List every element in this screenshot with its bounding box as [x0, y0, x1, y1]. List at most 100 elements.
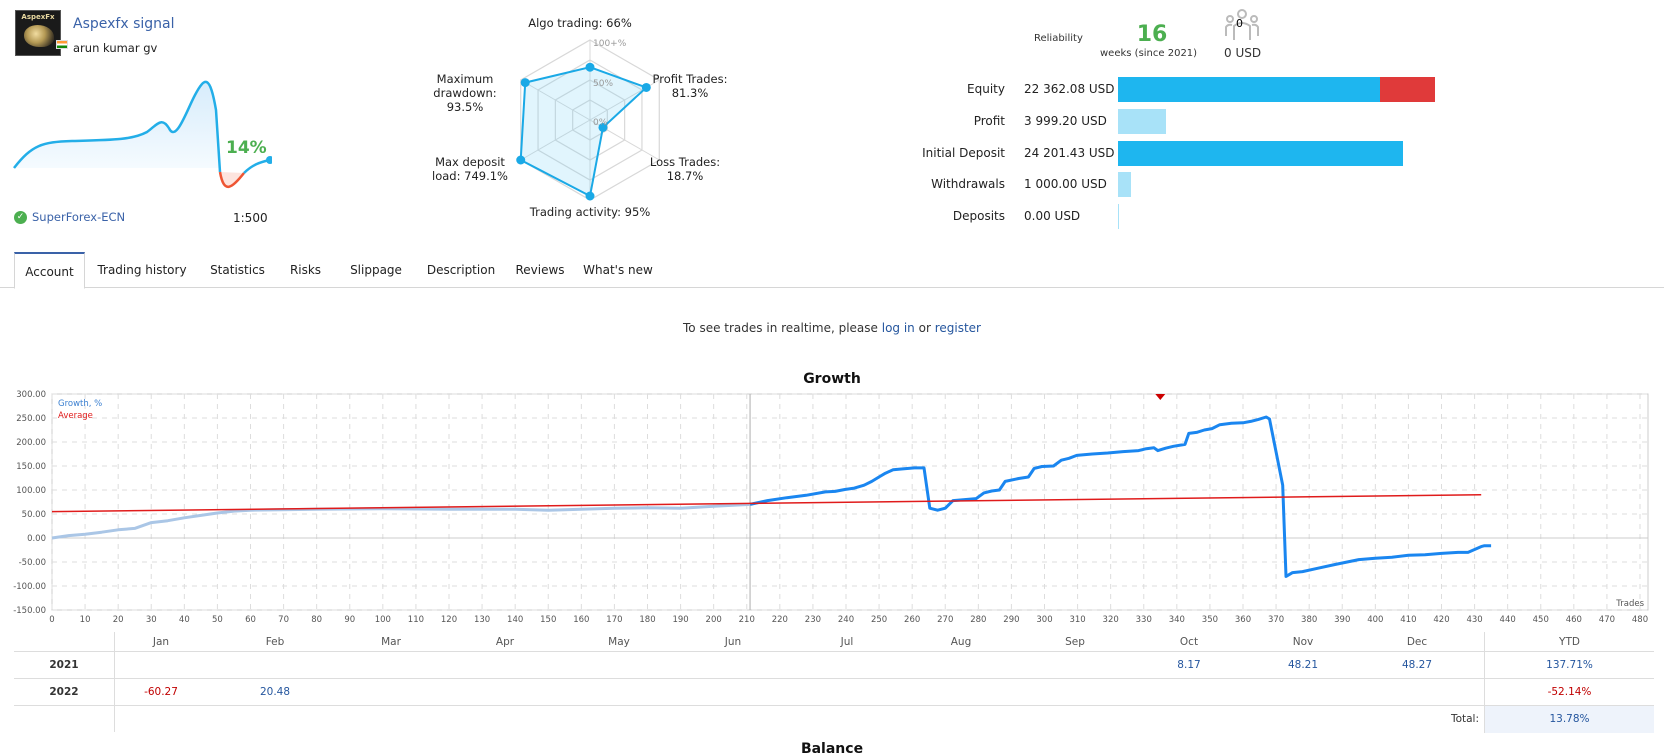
balance-chart-title: Balance — [0, 741, 1664, 753]
radar-axis-label: Profit Trades: 81.3% — [645, 72, 735, 100]
x-tick-label: 390 — [1334, 615, 1350, 625]
table-header-row: JanFebMarAprMayJunJulAugSepOctNovDecYTD — [14, 632, 1654, 652]
ytd-value: 137.71% — [1484, 652, 1654, 679]
radar-axis-label: Trading activity: 95% — [520, 205, 660, 219]
x-tick-label: 60 — [245, 615, 256, 625]
month-header: Feb — [218, 632, 332, 652]
ytd-value: -52.14% — [1484, 679, 1654, 706]
radar-axis-label: Max deposit load: 749.1% — [420, 155, 520, 183]
x-tick-label: 20 — [113, 615, 124, 625]
tab-what-s-new[interactable]: What's new — [576, 252, 660, 288]
x-tick-label: 260 — [904, 615, 920, 625]
realtime-notice: To see trades in realtime, please log in… — [0, 321, 1664, 335]
month-value: 20.48 — [218, 679, 332, 706]
register-link[interactable]: register — [935, 321, 981, 335]
x-tick-label: 270 — [937, 615, 953, 625]
x-tick-label: 290 — [1003, 615, 1019, 625]
month-header: Aug — [904, 632, 1018, 652]
month-header: May — [562, 632, 676, 652]
stat-label: Initial Deposit — [855, 146, 1005, 160]
legend-average: Average — [58, 411, 93, 421]
x-tick-label: 450 — [1533, 615, 1549, 625]
radar-point — [586, 192, 595, 201]
radar-point — [521, 78, 530, 87]
radar-tick-label: 100+% — [593, 39, 627, 49]
x-tick-label: 330 — [1136, 615, 1152, 625]
leverage: 1:500 — [233, 211, 268, 225]
tab-statistics[interactable]: Statistics — [200, 252, 275, 288]
legend-growth: Growth, % — [58, 399, 102, 409]
tab-reviews[interactable]: Reviews — [505, 252, 575, 288]
ytd-header: YTD — [1484, 632, 1654, 652]
year-cell: 2021 — [14, 652, 114, 679]
month-header: Nov — [1246, 632, 1360, 652]
radar-axis-label: Algo trading: 66% — [510, 16, 650, 30]
y-tick-label: 250.00 — [16, 414, 46, 424]
radar-axis-label: Loss Trades: 18.7% — [640, 155, 730, 183]
login-link[interactable]: log in — [882, 321, 915, 335]
x-tick-label: 350 — [1202, 615, 1218, 625]
india-flag-icon — [56, 40, 68, 49]
subscribers-usd: 0 USD — [1224, 46, 1261, 60]
x-tick-label: 40 — [179, 615, 190, 625]
x-tick-label: 420 — [1433, 615, 1449, 625]
x-tick-label: 240 — [838, 615, 854, 625]
radar-axis-label: Maximum drawdown: 93.5% — [420, 72, 510, 114]
month-header: Jul — [790, 632, 904, 652]
tab-description[interactable]: Description — [418, 252, 504, 288]
x-tick-label: 410 — [1400, 615, 1416, 625]
weeks-text: weeks (since 2021) — [1100, 48, 1197, 59]
x-tick-label: 70 — [278, 615, 289, 625]
total-value: 13.78% — [1484, 706, 1654, 733]
y-tick-label: -150.00 — [13, 606, 46, 616]
x-tick-label: 160 — [573, 615, 589, 625]
x-tick-label: 140 — [507, 615, 523, 625]
signal-logo[interactable]: AspexFx — [15, 10, 61, 56]
y-tick-label: 0.00 — [27, 534, 46, 544]
x-tick-label: 170 — [606, 615, 622, 625]
x-tick-label: 360 — [1235, 615, 1251, 625]
month-header: Apr — [448, 632, 562, 652]
month-header: Dec — [1360, 632, 1474, 652]
x-tick-label: 430 — [1466, 615, 1482, 625]
x-tick-label: 280 — [970, 615, 986, 625]
stat-bar-initial-deposit — [1118, 141, 1403, 166]
stat-bar-deposits — [1118, 204, 1119, 229]
broker-link[interactable]: ✓ SuperForex-ECN — [14, 210, 125, 224]
x-tick-label: 10 — [80, 615, 91, 625]
author-name[interactable]: arun kumar gv — [73, 41, 157, 55]
radar-chart: 100+%50%0% — [480, 30, 700, 210]
tab-trading-history[interactable]: Trading history — [86, 252, 198, 288]
x-tick-label: 440 — [1500, 615, 1516, 625]
tab-slippage[interactable]: Slippage — [336, 252, 416, 288]
y-tick-label: 50.00 — [22, 510, 46, 520]
growth-chart[interactable]: 0102030405060708090100110120130140150160… — [0, 388, 1664, 628]
growth-sparkline — [12, 70, 272, 200]
stat-bar-profit — [1118, 109, 1166, 134]
x-tick-label: 230 — [805, 615, 821, 625]
x-tick-label: 190 — [672, 615, 688, 625]
y-tick-label: 300.00 — [16, 390, 46, 400]
x-tick-label: 150 — [540, 615, 556, 625]
x-tick-label: 400 — [1367, 615, 1383, 625]
total-row: Total:13.78% — [14, 706, 1654, 733]
y-tick-label: 200.00 — [16, 438, 46, 448]
realtime-text: To see trades in realtime, please — [683, 321, 882, 335]
x-tick-label: 470 — [1599, 615, 1615, 625]
x-tick-label: 120 — [441, 615, 457, 625]
x-tick-label: 250 — [871, 615, 887, 625]
month-header: Sep — [1018, 632, 1132, 652]
x-tick-label: 460 — [1566, 615, 1582, 625]
sparkline-end — [244, 160, 270, 173]
signal-name-link[interactable]: Aspexfx signal — [73, 16, 175, 32]
tab-risks[interactable]: Risks — [277, 252, 334, 288]
weeks-count: 16 — [1130, 22, 1174, 47]
month-value: 8.17 — [1132, 652, 1246, 679]
verified-check-icon: ✓ — [14, 211, 27, 224]
tab-account[interactable]: Account — [14, 252, 85, 289]
sparkline-area — [14, 82, 220, 168]
tab-bar: AccountTrading historyStatisticsRisksSli… — [0, 252, 1664, 288]
stat-label: Equity — [855, 82, 1005, 96]
stat-bar-equity-loss — [1380, 77, 1434, 102]
x-tick-label: 210 — [739, 615, 755, 625]
